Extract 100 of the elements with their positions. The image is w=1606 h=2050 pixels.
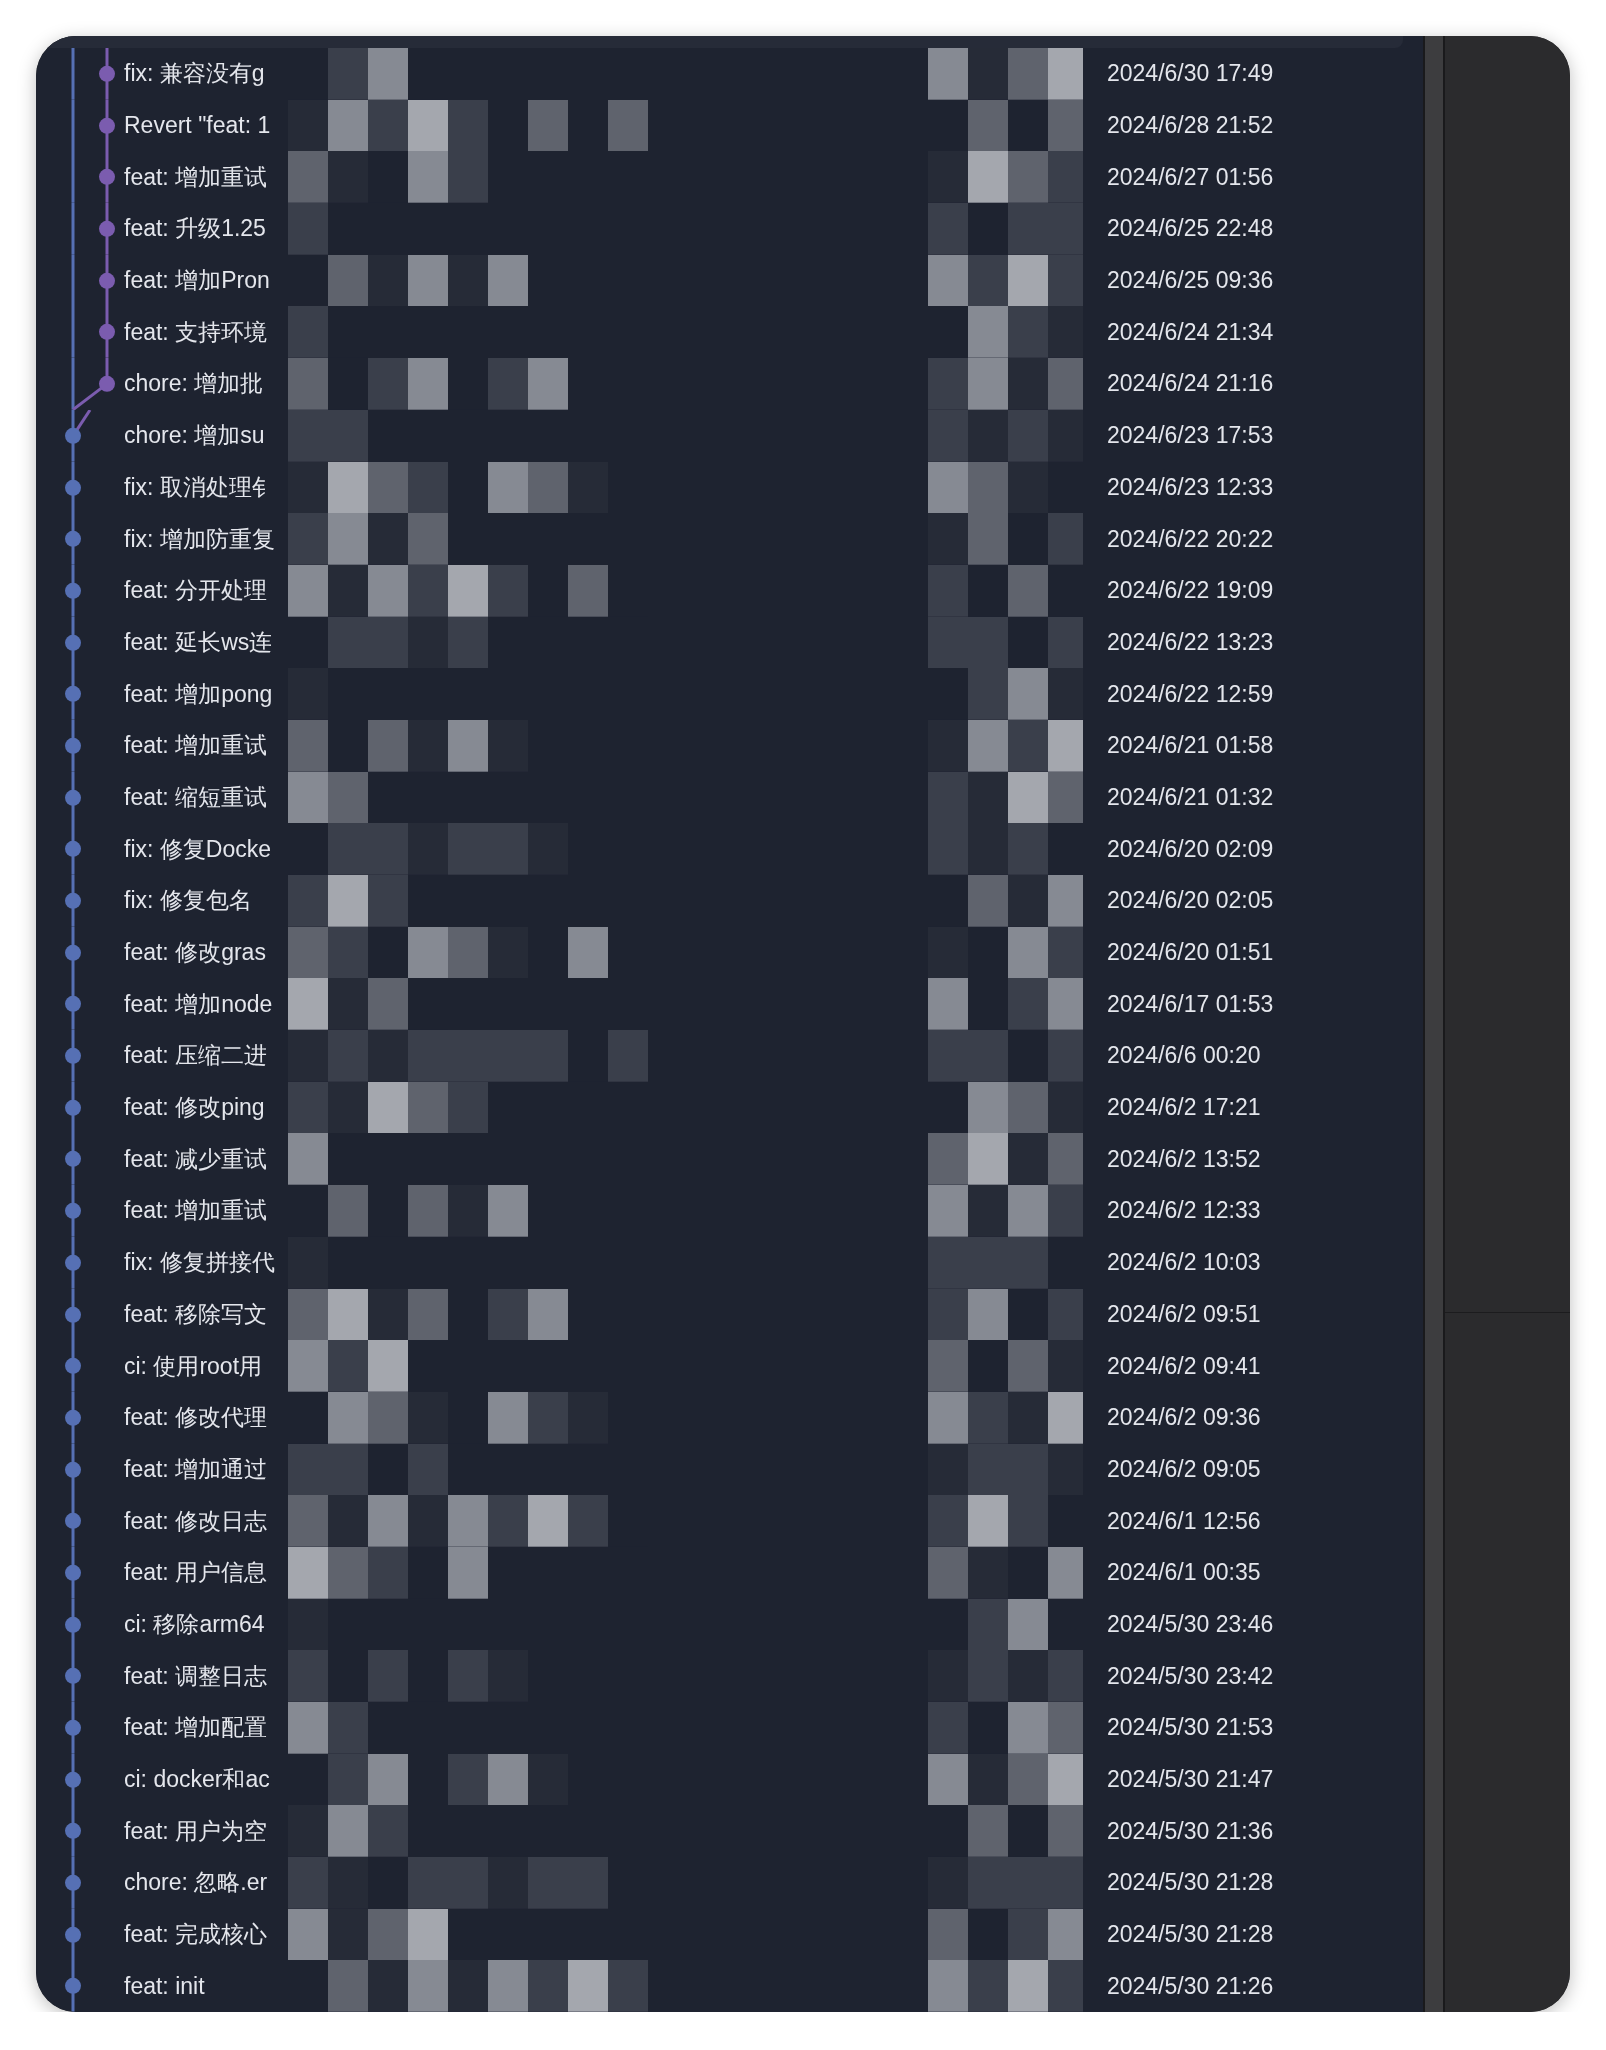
commit-message[interactable]: feat: 增加pong — [124, 678, 288, 710]
commit-message[interactable]: ci: 使用root用 — [124, 1350, 288, 1382]
commit-dot[interactable] — [65, 1513, 81, 1530]
commit-dot[interactable] — [99, 272, 115, 289]
commit-date: 2024/6/20 02:05 — [1106, 887, 1274, 915]
commit-message[interactable]: feat: 支持环境 — [124, 316, 288, 348]
commit-message[interactable]: ci: docker和ac — [124, 1764, 288, 1796]
commit-message[interactable]: ci: 移除arm64 — [124, 1608, 288, 1640]
commit-date: 2024/6/20 01:51 — [1106, 939, 1274, 967]
commit-date: 2024/6/22 20:22 — [1106, 525, 1274, 553]
commit-dot[interactable] — [65, 996, 81, 1013]
commit-dot[interactable] — [65, 1616, 81, 1633]
commit-dot[interactable] — [99, 324, 115, 341]
commit-message[interactable]: feat: 增加重试 — [124, 730, 288, 762]
commit-dot[interactable] — [65, 1254, 81, 1271]
commit-dot[interactable] — [65, 582, 81, 599]
commit-message[interactable]: chore: 忽略.er — [124, 1867, 288, 1899]
commit-dot[interactable] — [65, 1874, 81, 1891]
commit-dot[interactable] — [99, 220, 115, 237]
commit-message[interactable]: feat: 分开处理 — [124, 575, 288, 607]
commit-date: 2024/5/30 23:42 — [1106, 1662, 1274, 1690]
commit-message[interactable]: feat: 移除写文 — [124, 1298, 288, 1330]
commit-date: 2024/6/22 12:59 — [1106, 680, 1274, 708]
commit-date: 2024/6/25 22:48 — [1106, 215, 1274, 243]
commit-message[interactable]: feat: 缩短重试 — [124, 781, 288, 813]
commit-message[interactable]: fix: 取消处理钅 — [124, 471, 288, 503]
commit-message[interactable]: chore: 增加su — [124, 420, 288, 452]
commit-message[interactable]: feat: 延长ws连 — [124, 626, 288, 658]
commit-message[interactable]: feat: 增加通过 — [124, 1453, 288, 1485]
commit-message[interactable]: feat: 修改日志 — [124, 1505, 288, 1537]
commit-message[interactable]: feat: 增加node — [124, 988, 288, 1020]
commit-message[interactable]: feat: 增加配置 — [124, 1712, 288, 1744]
commit-message[interactable]: Revert "feat: 1 — [124, 112, 288, 140]
commit-date: 2024/6/2 10:03 — [1106, 1249, 1261, 1277]
branch-line — [71, 306, 109, 359]
scrollbar[interactable] — [1423, 36, 1445, 2012]
commit-dot[interactable] — [65, 1306, 81, 1323]
commit-date: 2024/6/6 00:20 — [1106, 1042, 1261, 1070]
commit-message[interactable]: feat: 增加重试 — [124, 1195, 288, 1227]
commit-message[interactable]: feat: init — [124, 1972, 288, 2000]
commit-dot[interactable] — [65, 427, 81, 444]
commit-message[interactable]: fix: 兼容没有g — [124, 58, 288, 90]
commit-dot[interactable] — [65, 531, 81, 548]
commit-date: 2024/5/30 21:28 — [1106, 1869, 1274, 1897]
commit-dot[interactable] — [65, 1202, 81, 1219]
commit-message[interactable]: fix: 修复拼接代 — [124, 1247, 288, 1279]
commit-date: 2024/5/30 21:28 — [1106, 1921, 1274, 1949]
commit-dot[interactable] — [65, 634, 81, 651]
commit-dot[interactable] — [65, 1978, 81, 1995]
commit-dot[interactable] — [65, 944, 81, 961]
commit-dot[interactable] — [65, 1358, 81, 1375]
commit-message[interactable]: fix: 增加防重复 — [124, 523, 288, 555]
commit-dot[interactable] — [65, 1719, 81, 1736]
commit-dot[interactable] — [99, 169, 115, 186]
commit-dot[interactable] — [65, 479, 81, 496]
commit-message[interactable]: feat: 修改代理 — [124, 1402, 288, 1434]
commit-date: 2024/6/2 13:52 — [1106, 1145, 1261, 1173]
commit-dot[interactable] — [99, 117, 115, 134]
commit-message[interactable]: fix: 修复包名 — [124, 885, 288, 917]
commit-message[interactable]: feat: 修改gras — [124, 937, 288, 969]
commit-dot[interactable] — [65, 1771, 81, 1788]
commit-message[interactable]: chore: 增加批 — [124, 368, 288, 400]
commit-dot[interactable] — [65, 686, 81, 703]
commit-date: 2024/6/30 17:49 — [1106, 60, 1274, 88]
commit-date: 2024/6/24 21:34 — [1106, 318, 1274, 346]
commit-date: 2024/5/30 21:47 — [1106, 1766, 1274, 1794]
commit-dot[interactable] — [65, 1926, 81, 1943]
commit-message[interactable]: feat: 增加重试 — [124, 161, 288, 193]
commit-dot[interactable] — [99, 65, 115, 82]
commit-dot[interactable] — [99, 375, 115, 392]
commit-dot[interactable] — [65, 892, 81, 909]
commit-dot[interactable] — [65, 789, 81, 806]
commit-date: 2024/6/28 21:52 — [1106, 112, 1274, 140]
commit-dot[interactable] — [65, 1823, 81, 1840]
commit-message[interactable]: feat: 减少重试 — [124, 1143, 288, 1175]
commit-message[interactable]: feat: 增加Pron — [124, 265, 288, 297]
commit-date: 2024/6/21 01:32 — [1106, 783, 1274, 811]
commit-message[interactable]: feat: 升级1.25 — [124, 213, 288, 245]
branch-line — [71, 203, 109, 255]
commit-dot[interactable] — [65, 841, 81, 858]
commit-message[interactable]: feat: 用户信息 — [124, 1557, 288, 1589]
commit-message[interactable]: feat: 完成核心 — [124, 1919, 288, 1951]
commit-date: 2024/6/20 02:09 — [1106, 835, 1274, 863]
commit-dot[interactable] — [65, 1461, 81, 1478]
commit-date: 2024/6/25 09:36 — [1106, 267, 1274, 295]
commit-message[interactable]: feat: 用户为空 — [124, 1815, 288, 1847]
commit-message[interactable]: feat: 压缩二进 — [124, 1040, 288, 1072]
commit-dot[interactable] — [65, 737, 81, 754]
commit-date: 2024/6/2 09:05 — [1106, 1455, 1261, 1483]
commit-dot[interactable] — [65, 1668, 81, 1685]
commit-dot[interactable] — [65, 1047, 81, 1064]
commit-date: 2024/6/1 00:35 — [1106, 1559, 1261, 1587]
commit-message[interactable]: feat: 修改ping — [124, 1092, 288, 1124]
commit-date: 2024/6/27 01:56 — [1106, 163, 1274, 191]
commit-dot[interactable] — [65, 1409, 81, 1426]
commit-dot[interactable] — [65, 1151, 81, 1168]
commit-message[interactable]: fix: 修复Docke — [124, 833, 288, 865]
commit-message[interactable]: feat: 调整日志 — [124, 1660, 288, 1692]
commit-dot[interactable] — [65, 1564, 81, 1581]
commit-dot[interactable] — [65, 1099, 81, 1116]
